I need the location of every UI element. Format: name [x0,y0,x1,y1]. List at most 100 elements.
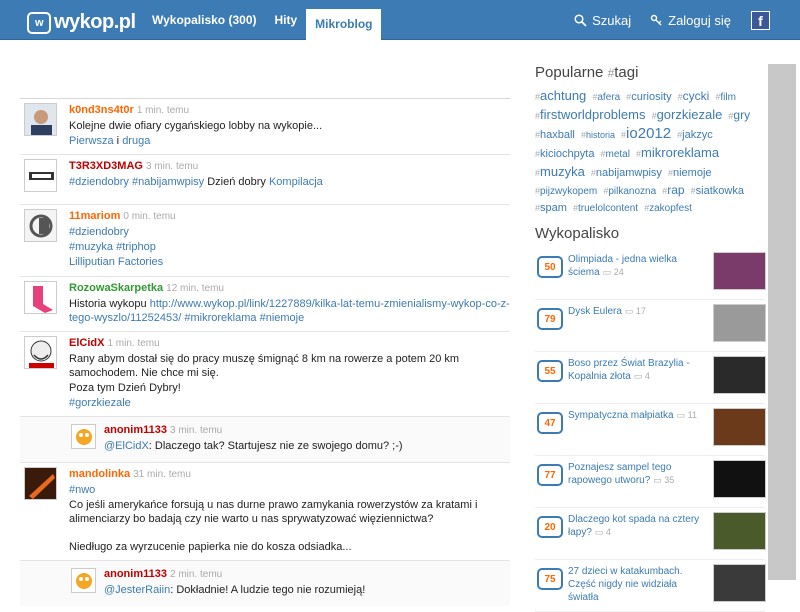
item-thumbnail[interactable] [713,304,766,342]
avatar[interactable] [24,209,57,242]
tag-link-pilkanozna[interactable]: #pilkanozna [603,186,656,197]
author-link[interactable]: ElCidX [69,337,104,349]
author-link[interactable]: anonim1133 [104,568,167,580]
comments-count[interactable]: ▭ 4 [634,371,650,381]
digg-count-button[interactable]: 75 [537,568,563,590]
tag-label: io2012 [626,125,672,142]
item-thumbnail[interactable] [713,564,766,602]
mention-link[interactable]: @ElCidX [104,440,149,452]
tag-link-nabijamwpisy[interactable]: #nabijamwpisy [591,167,662,179]
item-title-link[interactable]: Sympatyczna małpiatka [568,410,674,421]
tag-link-niemoje[interactable]: #niemoje [668,167,712,179]
avatar[interactable] [24,159,57,192]
digg-count-button[interactable]: 50 [537,256,563,278]
tag-link-historia[interactable]: #historia [581,130,615,140]
avatar[interactable] [71,424,96,449]
author-link[interactable]: T3R3XD3MAG [69,160,143,172]
digg-count-button[interactable]: 47 [537,412,563,434]
comments-count[interactable]: ▭ 17 [625,306,646,316]
tag-link[interactable]: #mikroreklama [184,312,256,324]
entry-link[interactable]: Kompilacja [269,176,323,188]
avatar[interactable] [24,281,57,314]
entry-link[interactable]: druga [122,135,150,147]
tag-link-afera[interactable]: #afera [592,92,620,103]
item-title-link[interactable]: Dysk Eulera [568,306,622,317]
comments-count[interactable]: ▭ 24 [603,267,624,277]
scrollbar[interactable] [768,64,796,580]
tag-link-kiciochpyta[interactable]: #kiciochpyta [535,148,594,160]
entry-text: Niedługo za wyrzucenie papierka nie do k… [69,541,352,553]
tag-link-rap[interactable]: #rap [662,183,684,197]
tag-link[interactable]: #nwo [69,484,95,496]
avatar[interactable] [24,336,57,369]
tag-link-cycki[interactable]: #cycki [678,89,710,103]
list-item: mandolinka 31 min. temu #nwo Co jeśli ame… [20,462,510,560]
item-title-link[interactable]: 27 dzieci w katakumbach. Część nigdy nie… [568,566,683,603]
tag-link-spam[interactable]: #spam [535,202,567,214]
entry-link[interactable]: Pierwsza [69,135,114,147]
author-link[interactable]: 11mariom [69,210,120,222]
digg-count-button[interactable]: 20 [537,516,563,538]
comments-count[interactable]: ▭ 11 [677,410,697,420]
tag-link-io2012[interactable]: #io2012 [621,125,671,142]
sidebar: Popularne #tagi #achtung #afera #curiosi… [535,64,766,612]
item-thumbnail[interactable] [713,460,766,498]
tag-link[interactable]: #triphop [116,241,156,253]
avatar[interactable] [24,103,57,136]
tag-link[interactable]: #muzyka [69,241,113,253]
tag-link-metal[interactable]: #metal [601,149,630,160]
tag-link-siatkowka[interactable]: #siatkowka [691,185,744,197]
tag-label: kiciochpyta [540,148,595,160]
author-link[interactable]: mandolinka [69,468,130,480]
facebook-icon[interactable]: f [751,10,770,30]
tag-link-mikroreklama[interactable]: #mikroreklama [636,145,719,160]
tag-link[interactable]: #dziendobry [69,176,129,188]
tag-label: siatkowka [695,185,744,197]
list-item: 20 Dlaczego kot spada na cztery łapy? ▭ 4 [535,508,766,560]
login-button[interactable]: Zaloguj się [649,13,731,28]
nav-wykopalisko[interactable]: Wykopalisko (300) [143,0,265,40]
avatar[interactable] [71,568,96,593]
digg-count-button[interactable]: 79 [537,308,563,330]
item-thumbnail[interactable] [713,252,766,290]
tag-link-curiosity[interactable]: #curiosity [626,91,671,103]
comments-count[interactable]: ▭ 4 [595,527,611,537]
author-link[interactable]: anonim1133 [104,424,167,436]
comments-count[interactable]: ▭ 35 [653,475,674,485]
author-link[interactable]: k0nd3ns4t0r [69,104,134,116]
tag-link[interactable]: #dziendobry [69,226,129,238]
tag-link-truelolcontent[interactable]: #truelolcontent [573,203,638,214]
item-title-link[interactable]: Boso przez Świat Brazylia - Kopalnia zło… [568,358,690,382]
tag-link-achtung[interactable]: #achtung [535,88,586,103]
item-title-link[interactable]: Dlaczego kot spada na cztery łapy? [568,514,699,538]
tag-link[interactable]: #niemoje [260,312,305,324]
entry-link[interactable]: Lilliputian Factories [69,256,163,268]
tag-link-pijzwykopem[interactable]: #pijzwykopem [535,186,597,197]
entry-text: : Dokładnie! A ludzie tego nie rozumieją… [170,584,366,596]
tag-link-firstworldproblems[interactable]: #firstworldproblems [535,107,646,122]
entry-text: Historia wykopu [69,298,150,310]
tag-link-film[interactable]: #film [715,92,736,103]
wykop-logo[interactable]: w wykop.pl [27,11,136,34]
item-thumbnail[interactable] [713,356,766,394]
search-button[interactable]: Szukaj [573,13,631,28]
nav-mikroblog[interactable]: Mikroblog [306,9,382,40]
tag-link[interactable]: #nabijamwpisy [132,176,204,188]
mikroblog-feed: k0nd3ns4t0r 1 min. temu Kolejne dwie ofia… [20,98,510,606]
author-link[interactable]: RozowaSkarpetka [69,282,163,294]
tag-link-gorzkiezale[interactable]: #gorzkiezale [652,107,723,122]
digg-count-button[interactable]: 55 [537,360,563,382]
tag-link-zakopfest[interactable]: #zakopfest [644,203,692,214]
tag-link-jakzyc[interactable]: #jakzyc [677,129,713,141]
digg-count-button[interactable]: 77 [537,464,563,486]
avatar[interactable] [24,467,57,500]
item-thumbnail[interactable] [713,408,766,446]
tag-link[interactable]: #gorzkiezale [69,397,131,409]
list-item: k0nd3ns4t0r 1 min. temu Kolejne dwie ofia… [20,98,510,154]
item-thumbnail[interactable] [713,512,766,550]
tag-link-gry[interactable]: #gry [728,108,750,122]
tag-link-muzyka[interactable]: #muzyka [535,164,585,179]
nav-hity[interactable]: Hity [265,0,306,40]
mention-link[interactable]: @JesterRaiin [104,584,170,596]
tag-link-haxball[interactable]: #haxball [535,129,575,141]
